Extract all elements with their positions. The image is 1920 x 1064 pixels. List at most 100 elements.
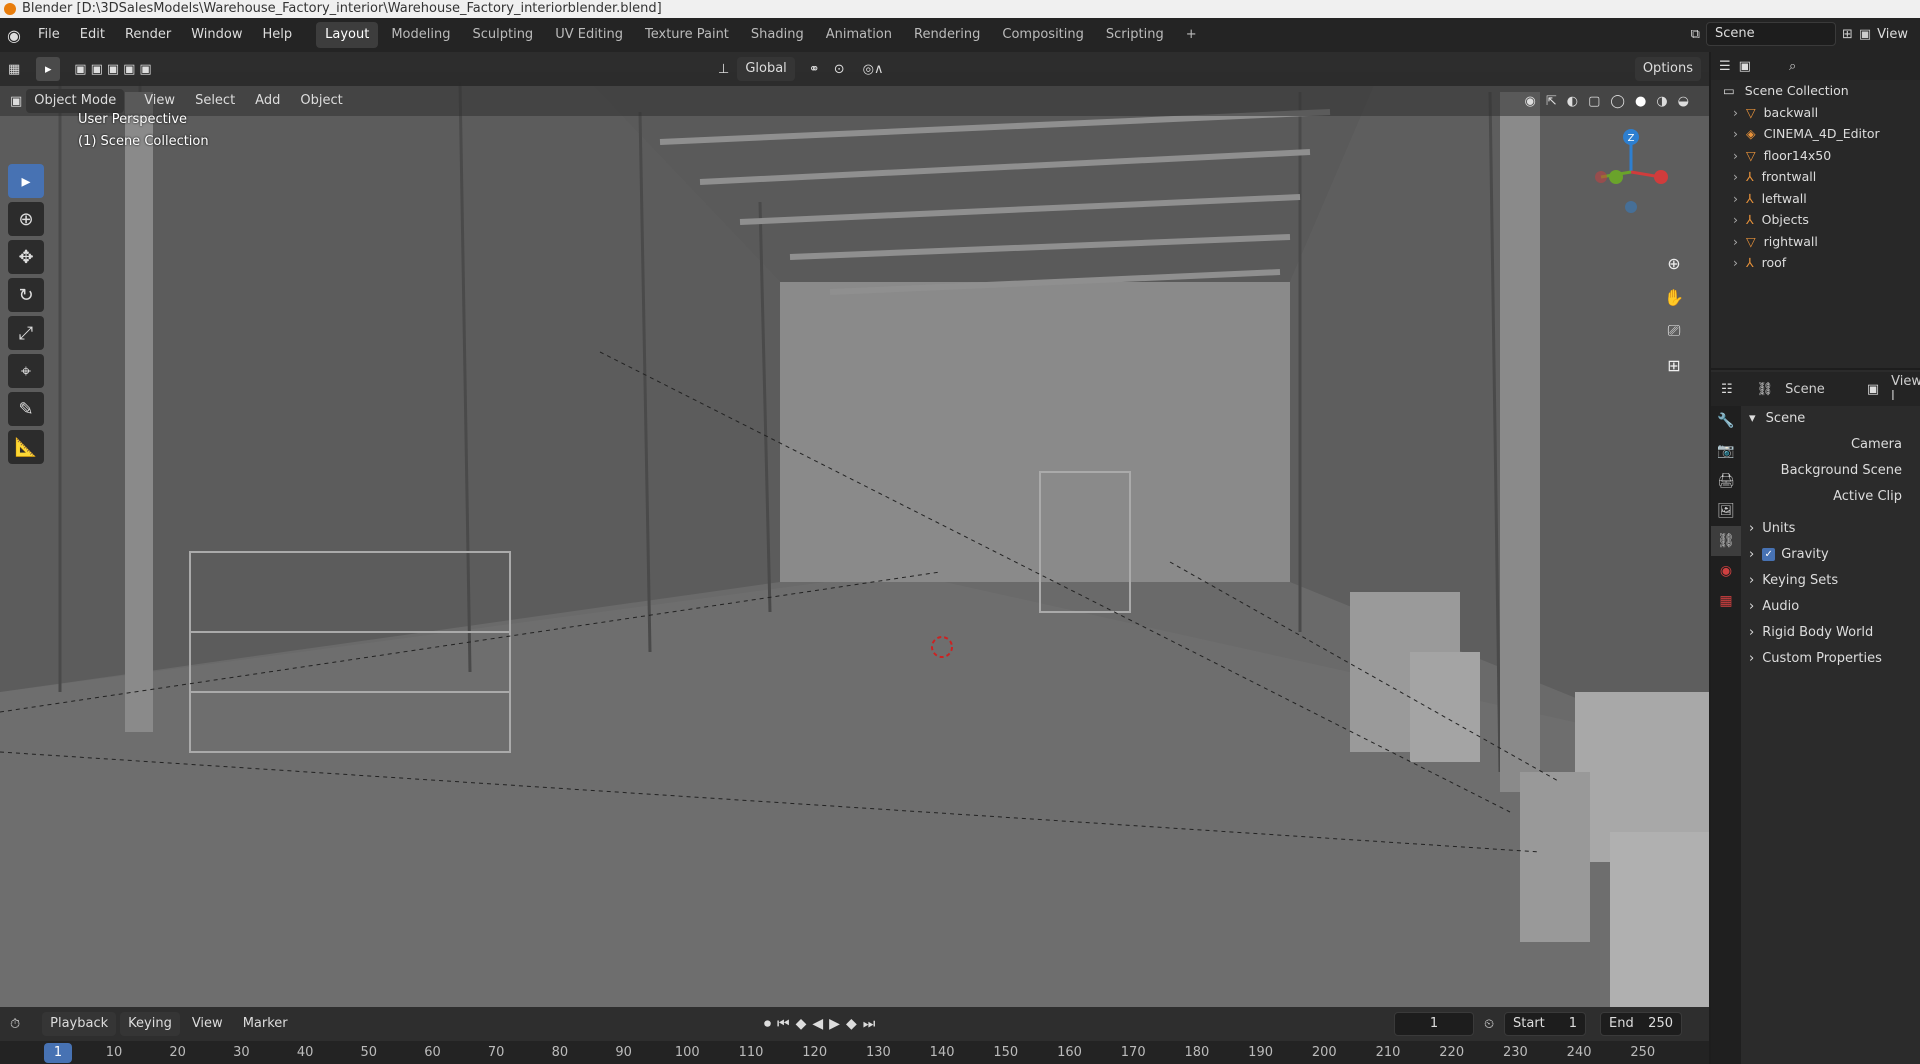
scale-tool-icon[interactable]: ⤢ (8, 316, 44, 350)
proportional-edit-icon[interactable]: ◎∧ (863, 62, 884, 77)
render-tab-icon[interactable]: 📷 (1711, 436, 1741, 466)
tool-tab-icon[interactable]: 🔧 (1711, 406, 1741, 436)
pivot-icon[interactable]: ⚭ (809, 62, 820, 77)
annotate-tool-icon[interactable]: ✎ (8, 392, 44, 426)
timeline-menu-keying[interactable]: Keying (120, 1012, 180, 1036)
view-layer-tab-icon[interactable]: 🖼 (1711, 496, 1741, 526)
rendered-shading-icon[interactable]: ◒ (1678, 94, 1689, 109)
outliner-item-cinema-4d-editor[interactable]: › ◈ CINEMA_4D_Editor (1711, 123, 1920, 145)
workspace-tab-uv-editing[interactable]: UV Editing (546, 22, 632, 48)
menu-item-file[interactable]: File (28, 18, 70, 52)
outliner-item-rightwall[interactable]: › ▽ rightwall (1711, 231, 1920, 253)
expand-arrow-icon[interactable]: › (1733, 191, 1738, 206)
display-mode-icon[interactable]: ▣ (1739, 59, 1751, 74)
move-tool-icon[interactable]: ✥ (8, 240, 44, 274)
view-layer-field[interactable]: View (1877, 27, 1908, 42)
outliner-item-backwall[interactable]: › ▽ backwall (1711, 102, 1920, 124)
orientation-dropdown[interactable]: Global (737, 57, 795, 81)
scene-section-header[interactable]: ▾ Scene (1745, 406, 1920, 432)
scene-name-field[interactable]: Scene (1705, 22, 1836, 46)
timer-icon[interactable]: ⏲ (1484, 1017, 1494, 1032)
editor-type-icon[interactable]: ▦ (8, 62, 20, 77)
texture-tab-icon[interactable]: ▦ (1711, 586, 1741, 616)
timeline-menu-view[interactable]: View (184, 1012, 231, 1036)
frame-ruler[interactable]: 1 10 20 30 40 50 60 70 80 90 100 110 120 130 140 150 16… (0, 1041, 1709, 1064)
timeline-editor-type-icon[interactable]: ⏱ (10, 1017, 20, 1032)
select-box-icon[interactable]: ▸ (36, 57, 61, 81)
timeline-menu-marker[interactable]: Marker (235, 1012, 296, 1036)
play-icon[interactable]: ▶ (829, 1016, 840, 1032)
blender-menu-icon[interactable]: ◉ (0, 18, 28, 52)
next-keyframe-icon[interactable]: ◆ (846, 1016, 857, 1032)
outliner-item-roof[interactable]: › ⅄ roof (1711, 252, 1920, 274)
workspace-tab-animation[interactable]: Animation (817, 22, 901, 48)
timeline-menu-playback[interactable]: Playback (42, 1012, 117, 1036)
viewport-menu-add[interactable]: Add (247, 89, 288, 113)
solid-shading-icon[interactable]: ● (1635, 94, 1646, 109)
zoom-icon[interactable]: ⊕ (1659, 248, 1689, 278)
start-frame-field[interactable]: Start 1 (1504, 1012, 1586, 1036)
visibility-icon[interactable]: ◉ (1525, 94, 1536, 109)
expand-arrow-icon[interactable]: › (1733, 148, 1738, 163)
viewport-menu-view[interactable]: View (136, 89, 183, 113)
workspace-tab-scripting[interactable]: Scripting (1097, 22, 1173, 48)
subpanel-units[interactable]: › Units (1745, 516, 1920, 542)
subpanel-rigid-body-world[interactable]: › Rigid Body World (1745, 620, 1920, 646)
workspace-tab-rendering[interactable]: Rendering (905, 22, 989, 48)
overlay-icon[interactable]: ◐ (1567, 94, 1578, 109)
gizmo-icon[interactable]: ⇱ (1546, 94, 1557, 109)
world-tab-icon[interactable]: ◉ (1711, 556, 1741, 586)
end-frame-field[interactable]: End 250 (1600, 1012, 1682, 1036)
gravity-checkbox[interactable]: ✓ (1762, 548, 1776, 561)
transform-tool-icon[interactable]: ⌖ (8, 354, 44, 388)
jump-start-icon[interactable]: ⏮ (777, 1016, 790, 1032)
outliner-item-leftwall[interactable]: › ⅄ leftwall (1711, 188, 1920, 210)
current-frame-marker[interactable]: 1 (44, 1043, 72, 1063)
subpanel-custom-properties[interactable]: › Custom Properties (1745, 646, 1920, 672)
record-icon[interactable]: ⏺ (764, 1016, 771, 1032)
subpanel-keying-sets[interactable]: › Keying Sets (1745, 568, 1920, 594)
outliner-item-frontwall[interactable]: › ⅄ frontwall (1711, 166, 1920, 188)
xray-icon[interactable]: ▢ (1588, 94, 1600, 109)
search-icon[interactable]: ⌕ (1789, 59, 1796, 74)
options-dropdown[interactable]: Options (1634, 57, 1701, 81)
workspace-tab-layout[interactable]: Layout (316, 22, 379, 48)
select-mode-icons[interactable]: ▣▣▣▣▣ (74, 62, 155, 77)
play-reverse-icon[interactable]: ◀ (812, 1016, 823, 1032)
select-tool-icon[interactable]: ▸ (8, 164, 44, 198)
scene-field-active-clip[interactable]: Active Clip (1745, 484, 1920, 510)
object-mode-dropdown[interactable]: Object Mode (26, 89, 125, 113)
expand-arrow-icon[interactable]: › (1733, 234, 1738, 249)
menu-item-render[interactable]: Render (115, 18, 181, 52)
pan-hand-icon[interactable]: ✋ (1659, 282, 1689, 312)
expand-arrow-icon[interactable]: › (1733, 126, 1738, 141)
scene-field-camera[interactable]: Camera (1745, 432, 1920, 458)
expand-arrow-icon[interactable]: › (1733, 105, 1738, 120)
menu-item-edit[interactable]: Edit (70, 18, 115, 52)
expand-arrow-icon[interactable]: › (1733, 169, 1738, 184)
scene-field-background-scene[interactable]: Background Scene (1745, 458, 1920, 484)
3d-viewport[interactable]: ▦ ▸ ▣▣▣▣▣ ⊥ Global ⚭ ⊙ ◎∧ Options ▣ Obje… (0, 52, 1709, 1007)
workspace-tab-sculpting[interactable]: Sculpting (463, 22, 542, 48)
properties-editor-icon[interactable]: ☷ (1721, 382, 1733, 397)
workspace-tab-modeling[interactable]: Modeling (382, 22, 459, 48)
menu-item-window[interactable]: Window (181, 18, 252, 52)
scene-tab-icon[interactable]: ⛓ (1711, 526, 1741, 556)
properties-view-label[interactable]: View l (1891, 374, 1920, 404)
current-frame-field[interactable]: 1 (1394, 1012, 1474, 1036)
outliner-item-floor14x50[interactable]: › ▽ floor14x50 (1711, 145, 1920, 167)
snap-icon[interactable]: ⊙ (834, 62, 845, 77)
output-tab-icon[interactable]: 🖨 (1711, 466, 1741, 496)
rotate-tool-icon[interactable]: ↻ (8, 278, 44, 312)
navigation-gizmo[interactable]: Z (1581, 122, 1681, 222)
workspace-tab-texture-paint[interactable]: Texture Paint (636, 22, 738, 48)
subpanel-audio[interactable]: › Audio (1745, 594, 1920, 620)
expand-arrow-icon[interactable]: › (1733, 255, 1738, 270)
subpanel-gravity[interactable]: › ✓ Gravity (1745, 542, 1920, 568)
scene-icon[interactable]: ⧉ (1691, 27, 1700, 42)
measure-tool-icon[interactable]: 📐 (8, 430, 44, 464)
workspace-tab-compositing[interactable]: Compositing (993, 22, 1093, 48)
new-scene-icon[interactable]: ⊞ (1842, 27, 1853, 42)
camera-view-icon[interactable]: ⎚ (1659, 316, 1689, 346)
cursor-tool-icon[interactable]: ⊕ (8, 202, 44, 236)
